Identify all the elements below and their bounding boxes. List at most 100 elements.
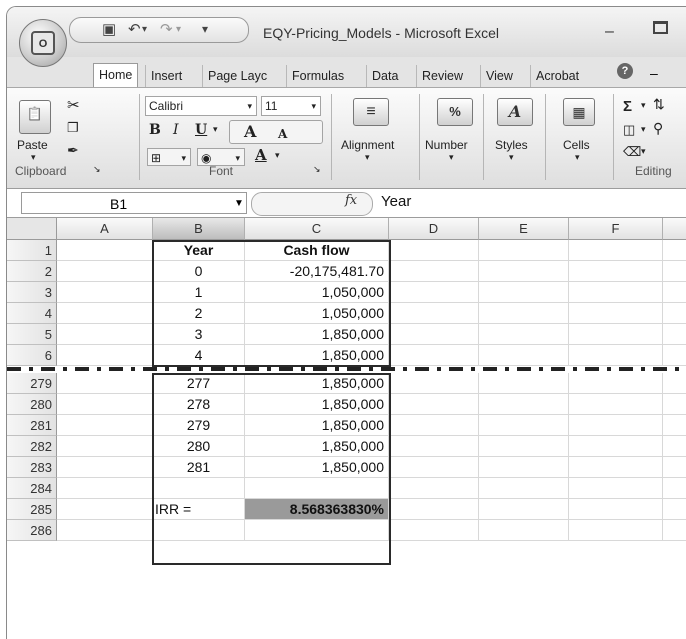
cell-F[interactable] <box>569 415 663 436</box>
cell-D[interactable] <box>389 415 479 436</box>
cell-A[interactable] <box>57 261 153 282</box>
paste-button[interactable]: Paste <box>17 138 48 152</box>
cell-B[interactable]: 281 <box>153 457 245 478</box>
cell-C[interactable] <box>245 520 389 541</box>
cell-C[interactable]: 1,850,000 <box>245 324 389 345</box>
help-icon[interactable]: ? <box>617 63 633 79</box>
row-header[interactable]: 2 <box>7 261 57 282</box>
cell-A[interactable] <box>57 499 153 520</box>
cell-E[interactable] <box>479 457 569 478</box>
column-header-f[interactable]: F <box>569 218 663 240</box>
styles-button[interactable]: Styles <box>495 138 528 152</box>
cell-E[interactable] <box>479 324 569 345</box>
styles-icon[interactable]: A <box>497 98 533 126</box>
column-header-d[interactable]: D <box>389 218 479 240</box>
cell-E[interactable] <box>479 499 569 520</box>
cell-B[interactable]: 280 <box>153 436 245 457</box>
undo-dropdown-icon[interactable]: ▾ <box>142 24 147 35</box>
cell-G[interactable] <box>663 261 686 282</box>
cell-B[interactable]: 0 <box>153 261 245 282</box>
row-header[interactable]: 286 <box>7 520 57 541</box>
shrink-font-button[interactable]: A <box>278 125 287 143</box>
cell-F[interactable] <box>569 373 663 394</box>
cell-A[interactable] <box>57 394 153 415</box>
cell-G[interactable] <box>663 457 686 478</box>
tab-page-layout[interactable]: Page Layc <box>202 65 272 87</box>
row-header[interactable]: 283 <box>7 457 57 478</box>
insert-function-button[interactable]: fx <box>345 193 357 208</box>
cell-D[interactable] <box>389 303 479 324</box>
clipboard-launcher-icon[interactable]: ↘ <box>93 164 101 175</box>
cell-D[interactable] <box>389 240 479 261</box>
minimize-button[interactable]: – <box>605 23 614 41</box>
cell-F[interactable] <box>569 499 663 520</box>
formula-input[interactable]: Year <box>381 193 411 210</box>
cell-F[interactable] <box>569 324 663 345</box>
cell-A[interactable] <box>57 373 153 394</box>
cell-D[interactable] <box>389 394 479 415</box>
cell-G[interactable] <box>663 478 686 499</box>
cell-D[interactable] <box>389 324 479 345</box>
grow-font-button[interactable]: A <box>244 123 256 141</box>
cell-E[interactable] <box>479 282 569 303</box>
cell-G[interactable] <box>663 436 686 457</box>
cell-C[interactable]: 1,850,000 <box>245 436 389 457</box>
save-icon[interactable]: ▣ <box>102 20 116 38</box>
cell-F[interactable] <box>569 520 663 541</box>
cell-D[interactable] <box>389 373 479 394</box>
cell-E[interactable] <box>479 520 569 541</box>
cell-G[interactable] <box>663 499 686 520</box>
cell-B[interactable]: 3 <box>153 324 245 345</box>
cell-C[interactable]: 1,850,000 <box>245 373 389 394</box>
number-format-icon[interactable]: % <box>437 98 473 126</box>
bold-button[interactable]: B <box>149 122 161 138</box>
cell-D[interactable] <box>389 261 479 282</box>
row-header[interactable]: 5 <box>7 324 57 345</box>
cell-F[interactable] <box>569 303 663 324</box>
alignment-icon[interactable]: ≡ <box>353 98 389 126</box>
worksheet-grid[interactable]: A B C D E F 1 Year Cash flow 2 0 -20,175,481.… <box>7 218 686 639</box>
cell-C[interactable]: 1,850,000 <box>245 415 389 436</box>
cell-F[interactable] <box>569 394 663 415</box>
underline-dropdown-icon[interactable]: ▾ <box>213 124 218 135</box>
cell-F[interactable] <box>569 436 663 457</box>
row-header[interactable]: 280 <box>7 394 57 415</box>
cells-button[interactable]: Cells <box>563 138 590 152</box>
cell-C[interactable]: Cash flow <box>245 240 389 261</box>
fill-icon[interactable]: ◫ <box>623 122 635 138</box>
underline-button[interactable]: U <box>195 122 207 138</box>
cell-B[interactable]: 4 <box>153 345 245 366</box>
cell-A[interactable] <box>57 303 153 324</box>
select-all-button[interactable] <box>7 218 57 240</box>
tab-acrobat[interactable]: Acrobat <box>530 65 584 87</box>
cell-B[interactable] <box>153 478 245 499</box>
fill-dropdown-icon[interactable]: ▾ <box>641 124 646 135</box>
cell-G[interactable] <box>663 240 686 261</box>
cell-G[interactable] <box>663 520 686 541</box>
cell-G[interactable] <box>663 394 686 415</box>
cell-A[interactable] <box>57 240 153 261</box>
redo-dropdown-icon[interactable]: ▾ <box>176 24 181 35</box>
cell-E[interactable] <box>479 478 569 499</box>
chevron-down-icon[interactable]: ▼ <box>234 193 244 215</box>
tab-data[interactable]: Data <box>366 65 403 87</box>
cell-E[interactable] <box>479 345 569 366</box>
font-color-button[interactable]: A <box>255 146 267 164</box>
cell-A[interactable] <box>57 436 153 457</box>
tab-formulas[interactable]: Formulas <box>286 65 349 87</box>
cell-D[interactable] <box>389 520 479 541</box>
italic-button[interactable]: I <box>173 122 179 138</box>
alignment-button[interactable]: Alignment <box>341 138 394 152</box>
cell-B[interactable]: 1 <box>153 282 245 303</box>
cell-F[interactable] <box>569 240 663 261</box>
maximize-button[interactable] <box>653 21 668 34</box>
row-header[interactable]: 285 <box>7 499 57 520</box>
cell-G[interactable] <box>663 345 686 366</box>
borders-button[interactable]: ⊞ ▾ <box>147 148 191 166</box>
cell-A[interactable] <box>57 457 153 478</box>
cell-E[interactable] <box>479 415 569 436</box>
column-header-b[interactable]: B <box>153 218 245 240</box>
number-button[interactable]: Number <box>425 138 468 152</box>
paste-icon[interactable]: 📋 <box>19 100 51 134</box>
row-header[interactable]: 281 <box>7 415 57 436</box>
